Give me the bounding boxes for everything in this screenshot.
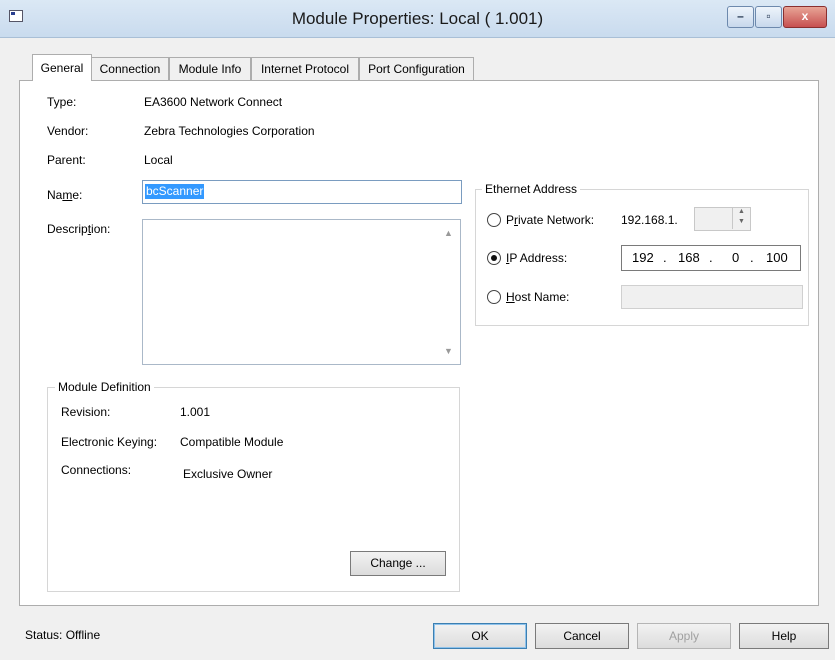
electronic-keying-label: Electronic Keying:	[61, 435, 158, 449]
parent-value: Local	[144, 153, 173, 167]
ip-dot-1: .	[663, 250, 667, 265]
type-value: EA3600 Network Connect	[144, 95, 283, 109]
host-label-post: ost Name:	[514, 290, 570, 304]
ip-octet-2[interactable]: 168	[678, 250, 700, 265]
tab-module-info[interactable]: Module Info	[169, 57, 251, 80]
dialog-window: Module Properties: Local ( 1.001) – ▫ x …	[0, 0, 835, 660]
tab-internet-protocol[interactable]: Internet Protocol	[251, 57, 359, 80]
name-field[interactable]: bcScanner	[142, 180, 462, 204]
maximize-icon: ▫	[766, 9, 771, 23]
cancel-button[interactable]: Cancel	[535, 623, 629, 649]
close-button[interactable]: x	[783, 6, 827, 28]
change-button[interactable]: Change ...	[350, 551, 446, 576]
name-field-value: bcScanner	[145, 184, 205, 199]
host-name-radio[interactable]	[487, 290, 501, 304]
connections-value: Exclusive Owner	[183, 467, 273, 481]
host-label-accel: H	[506, 290, 515, 304]
tab-port-configuration[interactable]: Port Configuration	[359, 57, 474, 80]
name-label: Name:	[47, 188, 82, 202]
private-network-prefix: 192.168.1.	[621, 213, 678, 227]
tab-connection[interactable]: Connection	[91, 57, 169, 80]
ip-dot-3: .	[750, 250, 754, 265]
revision-label: Revision:	[61, 405, 111, 419]
description-label: Description:	[47, 222, 110, 236]
name-label-post: e:	[72, 188, 83, 202]
window-title: Module Properties: Local ( 1.001)	[291, 9, 544, 28]
status-text: Status: Offline	[25, 628, 101, 642]
description-field[interactable]: ▲ ▼	[142, 219, 461, 365]
description-label-post: ion:	[91, 222, 111, 236]
private-network-radio[interactable]	[487, 213, 501, 227]
private-network-spinner[interactable]: ▲ ▼	[694, 207, 751, 231]
minimize-button[interactable]: –	[727, 6, 754, 28]
vendor-value: Zebra Technologies Corporation	[144, 124, 315, 138]
ip-octet-4[interactable]: 100	[766, 250, 788, 265]
ip-label-post: P Address:	[509, 251, 568, 265]
maximize-button[interactable]: ▫	[755, 6, 782, 28]
ip-address-radio[interactable]	[487, 251, 501, 265]
vendor-label: Vendor:	[47, 124, 89, 138]
ip-octet-1[interactable]: 192	[632, 250, 654, 265]
ip-octet-3[interactable]: 0	[732, 250, 739, 265]
ok-button[interactable]: OK	[433, 623, 527, 649]
name-label-pre: Na	[47, 188, 63, 202]
private-label-pre: P	[506, 213, 515, 227]
spinner-up-icon[interactable]: ▲	[738, 208, 745, 215]
minimize-icon: –	[737, 9, 744, 23]
host-name-field[interactable]	[621, 285, 803, 309]
scroll-down-icon[interactable]: ▼	[444, 346, 453, 356]
connections-label: Connections:	[61, 463, 132, 477]
parent-label: Parent:	[47, 153, 86, 167]
description-label-pre: Descrip	[47, 222, 88, 236]
type-label: Type:	[47, 95, 77, 109]
ip-dot-2: .	[709, 250, 713, 265]
electronic-keying-value: Compatible Module	[180, 435, 284, 449]
help-button[interactable]: Help	[739, 623, 829, 649]
tab-general[interactable]: General	[32, 54, 92, 81]
private-network-label: Private Network:	[506, 213, 594, 227]
scroll-up-icon[interactable]: ▲	[444, 228, 453, 238]
ip-address-label: IP Address:	[506, 251, 567, 265]
spinner-down-icon[interactable]: ▼	[738, 218, 745, 225]
ip-address-field[interactable]: 192 . 168 . 0 . 100	[621, 245, 801, 271]
apply-button[interactable]: Apply	[637, 623, 731, 649]
close-icon: x	[801, 9, 809, 23]
private-label-post: ivate Network:	[518, 213, 595, 227]
host-name-label: Host Name:	[506, 290, 569, 304]
module-definition-title: Module Definition	[55, 380, 154, 394]
revision-value: 1.001	[180, 405, 211, 419]
spinner-buttons[interactable]: ▲ ▼	[732, 208, 750, 229]
name-label-accel: m	[62, 188, 73, 202]
ethernet-address-title: Ethernet Address	[482, 182, 581, 196]
